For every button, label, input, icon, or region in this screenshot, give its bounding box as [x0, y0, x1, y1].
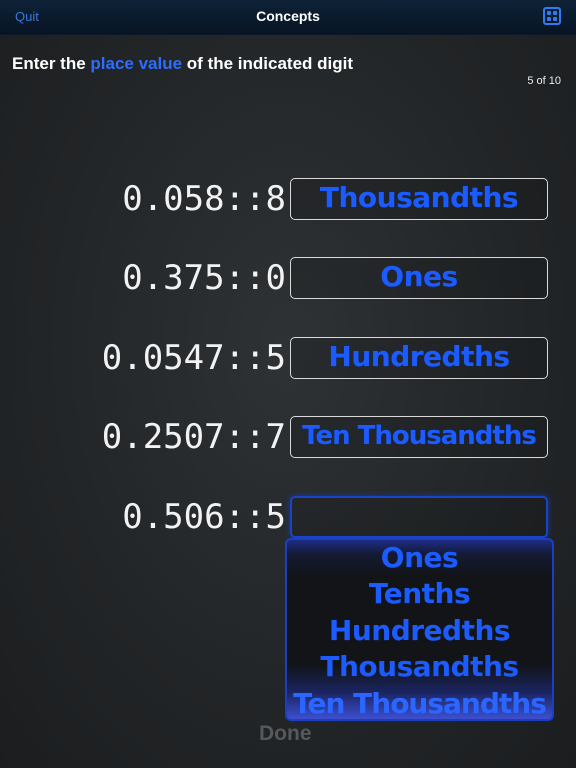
- answer-field[interactable]: Ten Thousandths: [290, 416, 548, 458]
- nav-bar: Quit Concepts: [0, 0, 576, 35]
- picker-option-selected[interactable]: Ten Thousandths: [287, 686, 552, 719]
- done-button[interactable]: Done: [259, 722, 312, 746]
- answer-field[interactable]: Thousandths: [290, 178, 548, 220]
- instruction-suffix: of the indicated digit: [182, 54, 354, 73]
- problem-number: 0.2507::7: [101, 417, 286, 457]
- problem-number: 0.506::5: [122, 497, 286, 537]
- place-value-picker[interactable]: Ones Tenths Hundredths Thousandths Ten T…: [285, 538, 554, 721]
- page-title: Concepts: [256, 8, 320, 24]
- instruction-text: Enter the place value of the indicated d…: [12, 54, 353, 74]
- answer-field[interactable]: Ones: [290, 257, 548, 299]
- problem-number: 0.058::8: [122, 179, 286, 219]
- picker-option[interactable]: Ones: [287, 540, 552, 576]
- instruction-highlight: place value: [90, 54, 183, 73]
- problem-number: 0.0547::5: [101, 338, 286, 378]
- progress-counter: 5 of 10: [527, 75, 561, 87]
- instruction-prefix: Enter the: [12, 54, 91, 73]
- problem-number: 0.375::0: [122, 258, 286, 298]
- grid-icon[interactable]: [543, 7, 561, 25]
- picker-option[interactable]: Thousandths: [287, 649, 552, 685]
- answer-field-active[interactable]: [290, 496, 548, 538]
- picker-option[interactable]: Hundredths: [287, 613, 552, 649]
- picker-option[interactable]: Tenths: [287, 576, 552, 612]
- answer-field[interactable]: Hundredths: [290, 337, 548, 379]
